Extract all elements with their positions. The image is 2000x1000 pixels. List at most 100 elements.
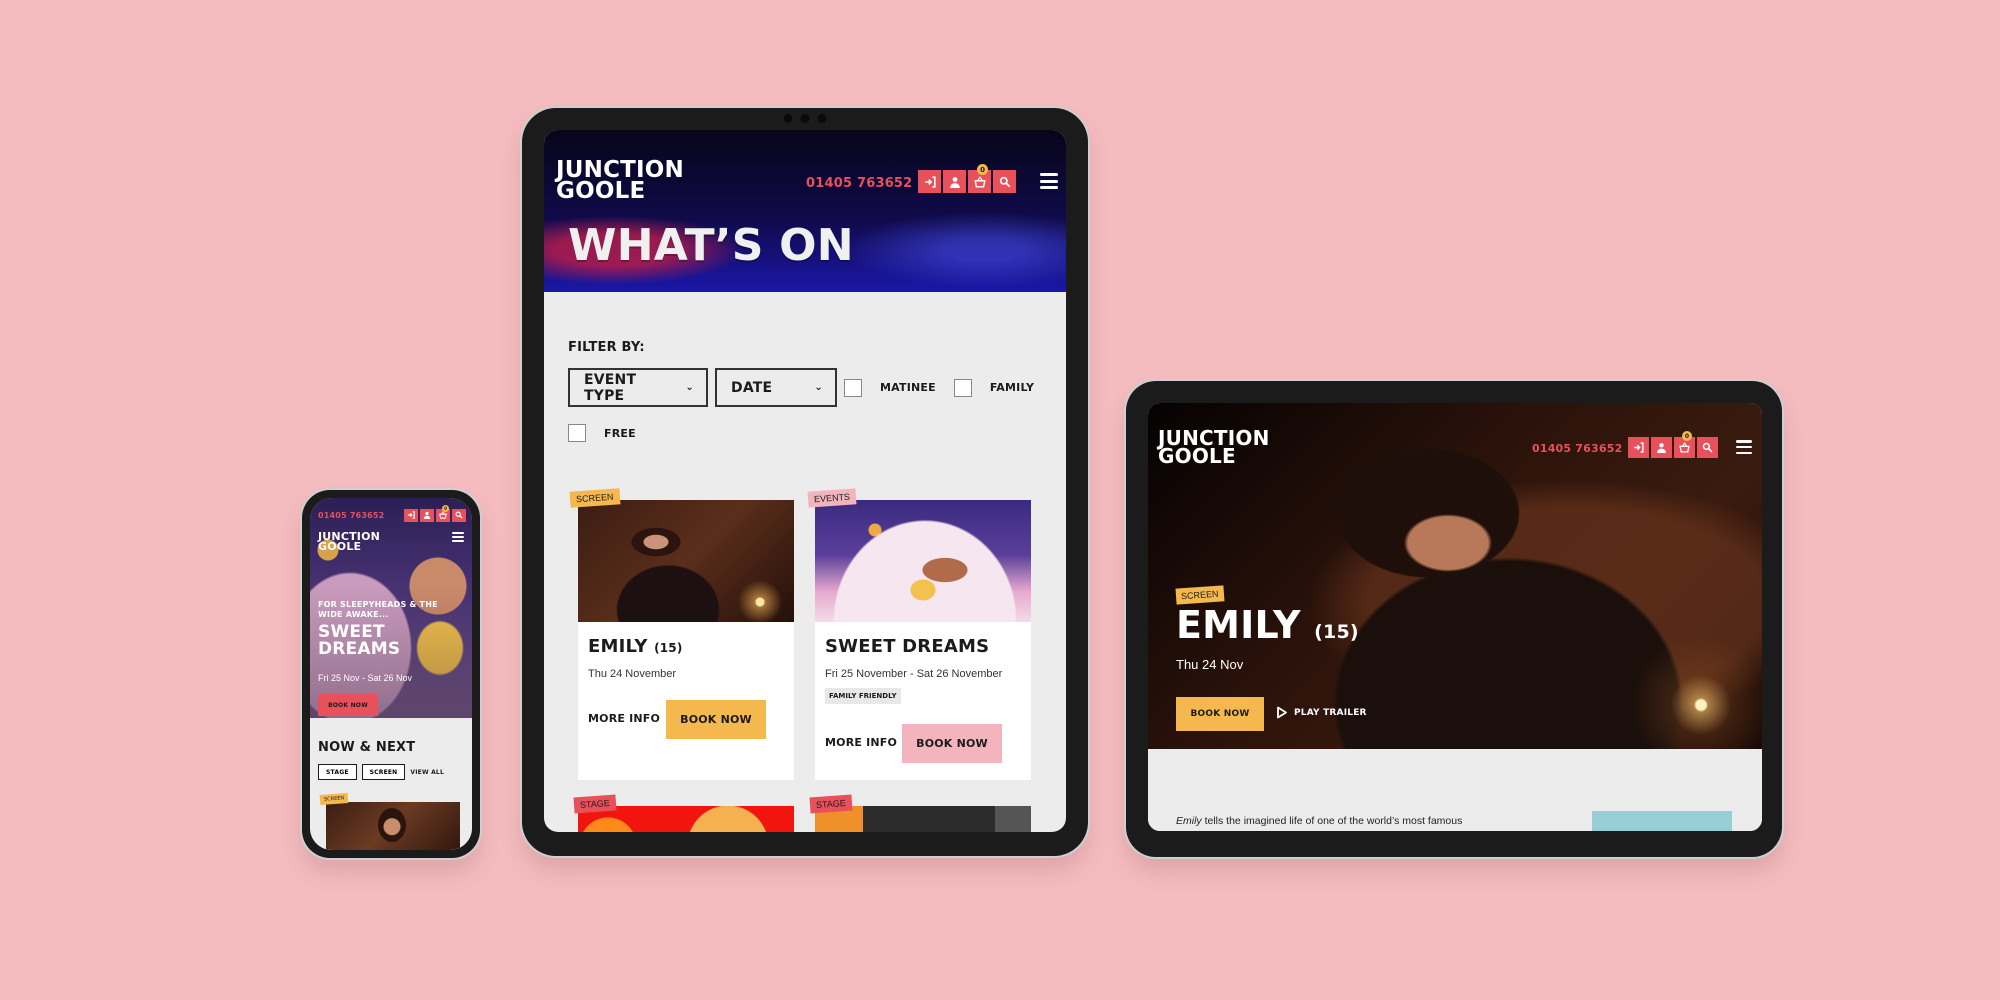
category-tag: STAGE [573,794,617,814]
event-title[interactable]: EMILY (15) [588,636,683,657]
mobile-top-bar: 01405 763652 0 [318,504,466,522]
account-icon [423,511,431,519]
play-trailer-label: PLAY TRAILER [1294,707,1367,718]
tablet-landscape-mockup: JUNCTION GOOLE 01405 763652 0 SCREEN EMI… [1126,381,1782,857]
info-panel [1592,811,1732,831]
site-logo[interactable]: JUNCTION GOOLE [318,531,380,554]
filter-bar: EVENT TYPE ⌄ DATE ⌄ MATINEE FAMILY [568,368,1052,407]
hamburger-menu-icon[interactable] [1040,173,1058,189]
search-icon [1702,442,1713,453]
phone-number-link[interactable]: 01405 763652 [806,176,912,191]
tablet-portrait-mockup: JUNCTION GOOLE 01405 763652 0 WHAT’S ON … [522,108,1088,856]
book-now-button[interactable]: BOOK NOW [666,700,766,739]
event-description: Emily tells the imagined life of one of … [1176,813,1496,831]
chevron-down-icon: ⌄ [685,382,694,393]
book-now-button[interactable]: BOOK NOW [1176,697,1264,731]
logo-line-2: GOOLE [318,540,362,554]
event-card: SWEET DREAMS Fri 25 November - Sat 26 No… [815,500,1031,780]
checkbox-box[interactable] [844,378,862,397]
hamburger-menu-icon[interactable] [1736,440,1752,454]
account-button[interactable] [1651,437,1672,458]
login-icon [407,511,415,519]
section-heading: NOW & NEXT [318,740,416,755]
account-button[interactable] [943,170,966,193]
description-text: tells the imagined life of one of the wo… [1204,815,1463,827]
cart-count-badge: 0 [1682,431,1692,441]
date-select[interactable]: DATE ⌄ [715,368,837,407]
camera-array [783,114,827,123]
checkbox-label: FAMILY [989,381,1035,394]
category-tag: EVENTS [807,488,857,508]
filter-chip-stage[interactable]: STAGE [318,764,357,780]
event-description-section: Emily tells the imagined life of one of … [1148,749,1762,831]
basket-button[interactable]: 0 [1674,431,1695,458]
site-logo[interactable]: JUNCTION GOOLE [556,158,684,205]
event-date: Thu 24 November [588,668,677,680]
hero-title: SWEET DREAMS [318,624,400,657]
phone-mockup: 01405 763652 0 JUNCTION GOOLE FOR SLEEPY… [302,490,480,858]
event-title[interactable]: SWEET DREAMS [825,636,989,657]
login-icon [924,175,936,188]
login-button[interactable] [1628,437,1649,458]
account-button[interactable] [420,508,434,522]
now-next-section: NOW & NEXT STAGE SCREEN VIEW ALL SCREEN [310,718,472,850]
event-image[interactable] [815,500,1031,622]
event-date: Fri 25 November - Sat 26 November [825,668,1003,680]
play-trailer-button[interactable]: PLAY TRAILER [1276,706,1367,719]
login-icon [1634,442,1644,453]
checkbox-box[interactable] [568,424,586,442]
chevron-down-icon: ⌄ [814,382,823,393]
hero-kicker: FOR SLEEPYHEADS & THE WIDE AWAKE... [318,600,438,619]
search-button[interactable] [993,170,1016,193]
basket-button[interactable]: 0 [968,164,991,193]
event-card-image[interactable] [326,802,460,850]
tablet-screen: JUNCTION GOOLE 01405 763652 0 WHAT’S ON … [544,130,1066,832]
account-icon [1657,443,1666,453]
matinee-checkbox[interactable]: MATINEE [844,378,936,397]
basket-icon [439,511,447,519]
phone-number-link[interactable]: 01405 763652 [318,511,402,520]
event-title-text: EMILY [1176,603,1301,647]
event-card: EMILY (15) Thu 24 November MORE INFO BOO… [578,500,794,780]
hero-book-now-button[interactable]: BOOK NOW [318,694,378,716]
family-checkbox[interactable]: FAMILY [953,378,1035,397]
basket-button[interactable]: 0 [436,504,450,522]
filter-chip-screen[interactable]: SCREEN [361,764,406,780]
basket-icon [973,175,986,188]
logo-line-2: GOOLE [556,178,646,205]
checkbox-box[interactable] [953,378,972,397]
header-actions: 0 [918,164,1016,193]
hero-date: Fri 25 Nov - Sat 26 Nov [318,673,413,683]
basket-icon [1679,442,1690,453]
category-tag: SCREEN [569,488,621,508]
book-now-button[interactable]: BOOK NOW [902,724,1002,763]
phone-number-link[interactable]: 01405 763652 [1532,442,1622,455]
logo-line-2: GOOLE [1158,444,1236,469]
event-image[interactable] [578,500,794,622]
category-tag: SCREEN [1175,585,1225,605]
login-button[interactable] [918,170,941,193]
hero-title-line-2: DREAMS [318,638,401,659]
event-date: Thu 24 Nov [1176,657,1244,672]
hamburger-menu-icon[interactable] [452,532,464,542]
login-button[interactable] [404,508,418,522]
filter-label: FILTER BY: [568,340,645,355]
checkbox-label: MATINEE [880,381,936,394]
search-icon [455,511,463,519]
more-info-link[interactable]: MORE INFO [588,712,660,725]
account-icon [949,176,960,188]
checkbox-label: FREE [604,426,636,440]
event-type-select[interactable]: EVENT TYPE ⌄ [568,368,708,407]
now-next-filters: STAGE SCREEN VIEW ALL [318,764,444,780]
search-icon [999,176,1010,187]
age-rating: (15) [1314,621,1359,643]
search-button[interactable] [1697,437,1718,458]
more-info-link[interactable]: MORE INFO [825,736,897,749]
view-all-link[interactable]: VIEW ALL [410,769,444,776]
cart-count-badge: 0 [977,164,988,175]
site-logo[interactable]: JUNCTION GOOLE [1158,428,1270,469]
category-tag: STAGE [809,794,853,814]
tablet-landscape-screen: JUNCTION GOOLE 01405 763652 0 SCREEN EMI… [1148,403,1762,831]
free-checkbox[interactable]: FREE [568,424,636,442]
search-button[interactable] [452,508,466,522]
